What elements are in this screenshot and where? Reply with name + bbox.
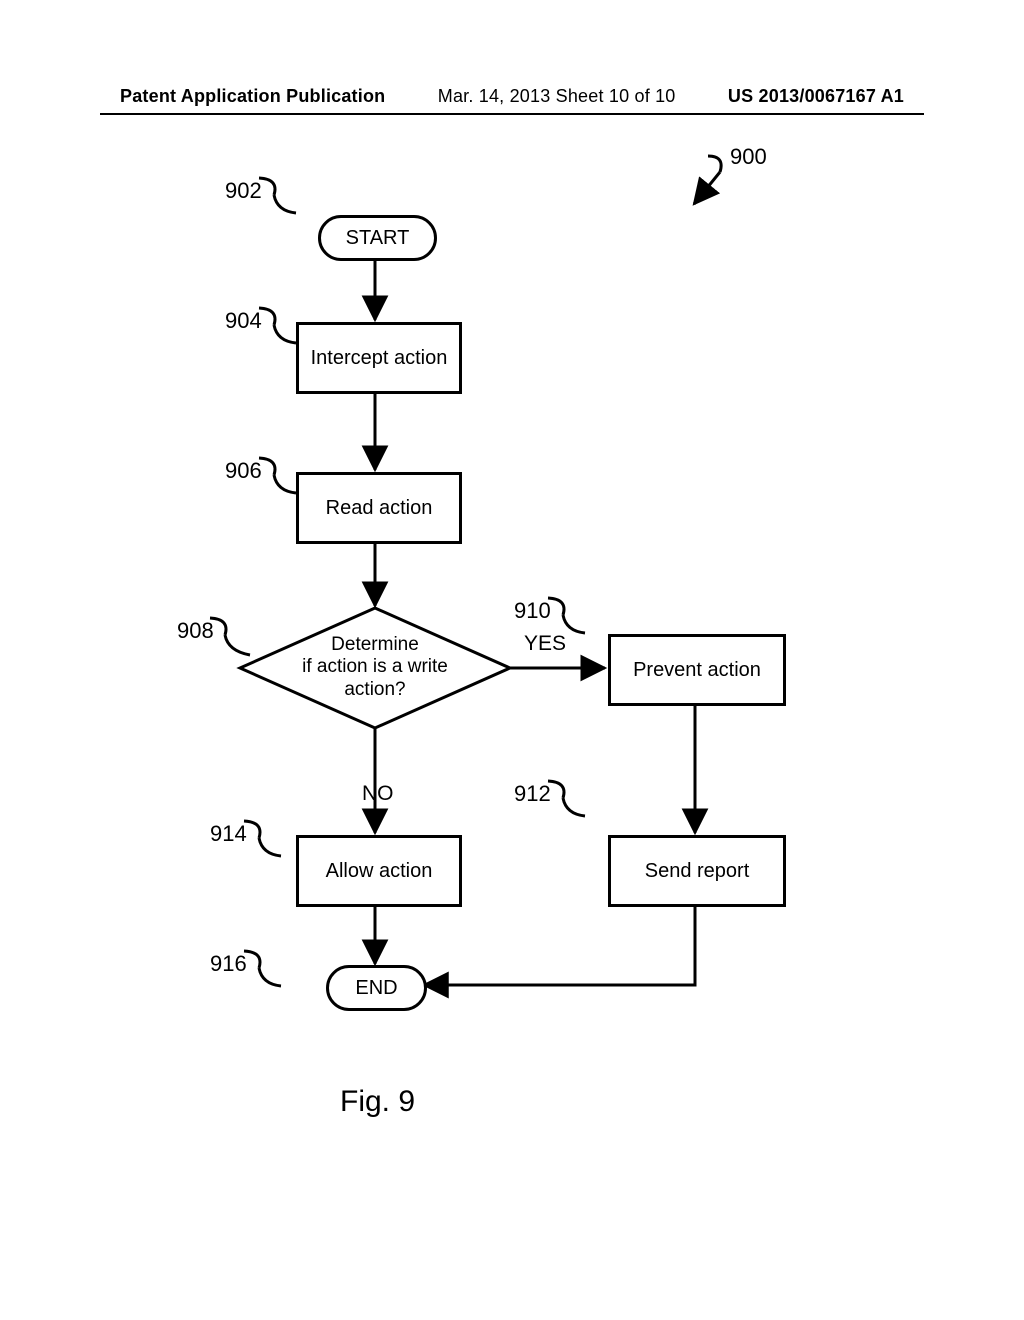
ref-910: 910	[514, 598, 551, 624]
edge-label-yes: YES	[524, 632, 566, 656]
figure-caption: Fig. 9	[340, 1085, 415, 1119]
page: Patent Application Publication Mar. 14, …	[0, 0, 1024, 1320]
diagram-svg	[0, 0, 1024, 1320]
ref-912: 912	[514, 781, 551, 807]
node-end: END	[326, 965, 427, 1011]
ref-902: 902	[225, 178, 262, 204]
node-allow: Allow action	[296, 835, 462, 907]
ref-900: 900	[730, 144, 767, 170]
node-prevent: Prevent action	[608, 634, 786, 706]
ref-914: 914	[210, 821, 247, 847]
node-read: Read action	[296, 472, 462, 544]
node-intercept: Intercept action	[296, 322, 462, 394]
flowchart-diagram: START Intercept action Read action Deter…	[0, 0, 1024, 1320]
ref-916: 916	[210, 951, 247, 977]
edge-label-no: NO	[362, 782, 394, 806]
ref-904: 904	[225, 308, 262, 334]
ref-906: 906	[225, 458, 262, 484]
node-decision: Determine if action is a write action?	[295, 634, 455, 701]
ref-908: 908	[177, 618, 214, 644]
node-send-report: Send report	[608, 835, 786, 907]
node-start: START	[318, 215, 437, 261]
